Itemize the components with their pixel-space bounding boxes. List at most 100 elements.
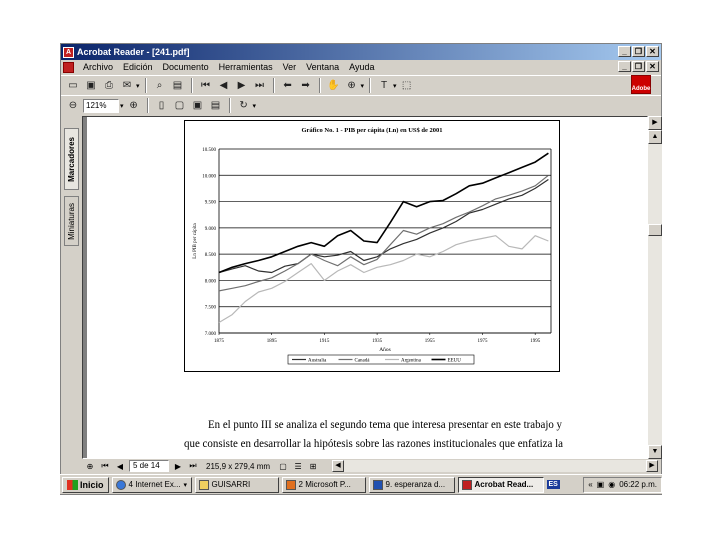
menu-herramientas[interactable]: Herramientas [214,62,278,72]
acrobat-icon [461,479,472,490]
legend-label-canadá: Canadá [355,359,371,364]
document-icon[interactable] [63,61,74,73]
first-page-icon[interactable]: ⏮ [198,78,214,94]
menu-ver[interactable]: Ver [278,62,302,72]
close-button[interactable]: ✕ [646,46,659,57]
go-back-icon[interactable]: ⬅ [280,78,296,94]
language-indicator[interactable]: ES [546,480,560,489]
y-tick-label: 8.000 [205,279,217,284]
text-select-icon[interactable]: T [376,78,392,94]
scroll-thumb[interactable] [648,224,662,236]
print-icon[interactable]: ⎙ [101,78,117,94]
main-toolbar: ▭ ▣ ⎙ ✉ ▾ ⌕ ▤ ⏮ ◀ ▶ ⏭ ⬅ ➡ ✋ ⊕ ▾ T ▾ ⬚ [61,75,661,95]
windows-flag-icon [67,479,78,490]
zoom-dropdown-icon[interactable]: ▾ [120,102,124,110]
continuous-icon[interactable]: ☰ [292,462,304,471]
text-select-dropdown-icon[interactable]: ▾ [393,82,397,90]
menu-ventana[interactable]: Ventana [301,62,344,72]
page-up-icon[interactable]: ▶ [648,116,662,130]
x-tick-label: 1955 [425,339,436,344]
pdf-page: Gráfico No. 1 - PIB per cápita (Ln) en U… [87,117,647,458]
menu-documento[interactable]: Documento [158,62,214,72]
fit-width-icon[interactable]: ▣ [190,98,206,114]
email-dropdown-icon[interactable]: ▾ [136,82,140,90]
restore-button[interactable]: ❐ [632,46,645,57]
graphics-select-icon[interactable]: ⬚ [399,78,415,94]
vertical-scrollbar[interactable]: ▶ ▲ ▼ [648,116,662,459]
zoom-tool-icon[interactable]: ⊕ [344,78,360,94]
status-options-icon[interactable]: ⊕ [84,462,96,471]
open-icon[interactable]: ▭ [65,78,81,94]
scroll-down-icon[interactable]: ▼ [648,445,662,459]
horizontal-scrollbar[interactable]: ◀ ▶ [332,460,658,472]
go-forward-icon[interactable]: ➡ [298,78,314,94]
next-page-icon[interactable]: ▶ [234,78,250,94]
continuous-facing-icon[interactable]: ⊞ [307,462,319,471]
title-bar[interactable]: A Acrobat Reader - [241.pdf] _ ❐ ✕ [61,44,661,60]
menu-edicion[interactable]: Edición [118,62,158,72]
taskbar-item-acrobat[interactable]: Acrobat Read... [457,476,544,493]
tray-expand-icon[interactable]: « [588,480,592,489]
doc-minimize-button[interactable]: _ [618,61,631,72]
scroll-up-icon[interactable]: ▲ [648,130,662,144]
volume-icon[interactable]: ◉ [608,480,615,489]
menu-archivo[interactable]: Archivo [78,62,118,72]
network-icon[interactable]: ▣ [597,480,605,489]
find-icon[interactable]: ⌕ [152,78,168,94]
start-button[interactable]: Inicio [62,476,109,493]
y-tick-label: 7.000 [205,332,217,337]
internet-explorer-icon [115,479,126,490]
taskbar-dropdown-icon: ▾ [183,481,188,489]
acrobat-app-icon[interactable]: A [63,46,74,58]
y-tick-label: 8.500 [205,253,217,258]
email-icon[interactable]: ✉ [119,78,135,94]
navigation-pane-icon[interactable]: ▤ [170,78,186,94]
minimize-button[interactable]: _ [618,46,631,57]
chart-title: Gráfico No. 1 - PIB per cápita (Ln) en U… [301,127,442,134]
zoom-tool-dropdown-icon[interactable]: ▾ [361,82,365,90]
doc-close-button[interactable]: ✕ [646,61,659,72]
taskbar-item-powerpoint[interactable]: 2 Microsoft P... [281,476,366,493]
status-next-page-icon[interactable]: ▶ [172,462,184,471]
status-last-page-icon[interactable]: ⏭ [187,461,199,471]
document-paragraph-line-1: En el punto III se analiza el segundo te… [208,419,562,431]
status-first-page-icon[interactable]: ⏮ [99,461,111,471]
taskbar-item-label: GUISARRI [211,480,251,489]
scroll-right-icon[interactable]: ▶ [646,460,658,472]
doc-restore-button[interactable]: ❐ [632,61,645,72]
hand-tool-icon[interactable]: ✋ [326,78,342,94]
y-axis-label: Ln PIB per cápita [193,223,198,259]
document-view[interactable]: Gráfico No. 1 - PIB per cápita (Ln) en U… [82,116,648,459]
chart-figure: Gráfico No. 1 - PIB per cápita (Ln) en U… [184,120,560,372]
previous-page-icon[interactable]: ◀ [216,78,232,94]
taskbar-item-word[interactable]: 9. esperanza d... [368,476,455,493]
powerpoint-icon [285,479,296,490]
taskbar-item-folder[interactable]: GUISARRI [194,476,279,493]
x-tick-label: 1935 [372,339,383,344]
save-icon[interactable]: ▣ [83,78,99,94]
single-page-icon[interactable]: ▢ [277,462,289,471]
menu-ayuda[interactable]: Ayuda [344,62,379,72]
x-tick-label: 1975 [477,339,488,344]
folder-icon [198,479,209,490]
actual-size-icon[interactable]: ▯ [154,98,170,114]
tab-bookmarks[interactable]: Marcadores [64,128,79,190]
zoom-out-icon[interactable]: ⊖ [65,98,81,114]
scroll-left-icon[interactable]: ◀ [332,460,344,472]
fit-visible-icon[interactable]: ▤ [208,98,224,114]
taskbar-item-internet-explorer[interactable]: 4 Internet Ex... ▾ [111,476,192,493]
taskbar-item-label: 4 Internet Ex... [128,480,181,489]
adobe-logo[interactable]: Adobe [631,75,651,94]
rotate-dropdown-icon[interactable]: ▾ [253,102,257,110]
last-page-icon[interactable]: ⏭ [252,78,268,94]
zoom-input[interactable]: 121% [83,98,119,113]
status-previous-page-icon[interactable]: ◀ [114,462,126,471]
rotate-view-icon[interactable]: ↻ [236,98,252,114]
zoom-in-icon[interactable]: ⊕ [126,98,142,114]
tab-thumbnails[interactable]: Miniaturas [64,196,79,246]
tab-bookmarks-label: Marcadores [67,136,76,182]
page-number-field[interactable]: 5 de 14 [129,460,169,472]
series-line-eeuu [218,152,549,274]
view-toolbar: ⊖ 121% ▾ ⊕ ▯ ▢ ▣ ▤ ↻ ▾ [61,95,661,115]
fit-page-icon[interactable]: ▢ [172,98,188,114]
